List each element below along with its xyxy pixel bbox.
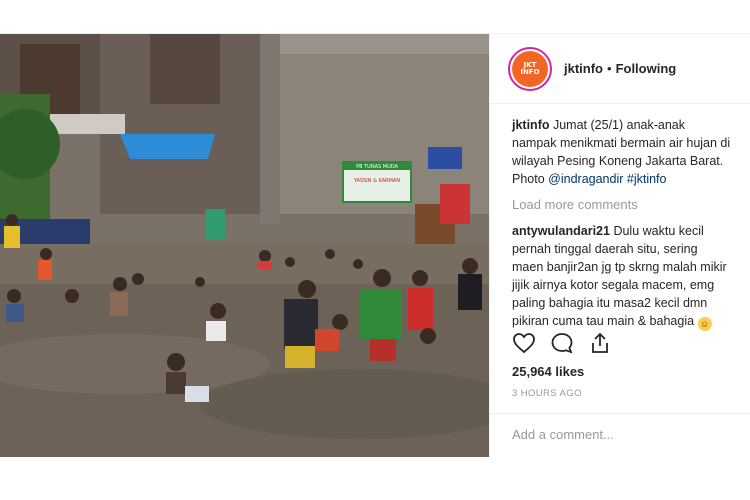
share-icon[interactable] xyxy=(588,331,612,355)
likes-count[interactable]: 25,964 likes xyxy=(512,364,584,379)
comment-item: antywulandari21 Dulu waktu kecil pernah … xyxy=(512,222,732,331)
load-more-comments-button[interactable]: Load more comments xyxy=(512,196,732,214)
caption-hashtag-link[interactable]: #jktinfo xyxy=(627,172,667,186)
comment-username[interactable]: antywulandari21 xyxy=(512,224,610,238)
post-photo[interactable]: PB TUNAS MUDA YASSIN & KARMAN xyxy=(0,34,489,457)
caption: jktinfo Jumat (25/1) anak-anak nampak me… xyxy=(512,116,732,188)
post-side-panel: JKT INFO jktinfo • Following jktinfo Jum… xyxy=(489,34,750,457)
avatar-text-2: INFO xyxy=(520,67,540,76)
add-comment-input[interactable]: Add a comment... xyxy=(490,413,750,457)
banner-text-2: YASSIN & KARMAN xyxy=(353,178,401,184)
banner-text-1: PB TUNAS MUDA xyxy=(356,164,398,170)
caption-mention-link[interactable]: @indragandir xyxy=(548,172,623,186)
heart-icon[interactable] xyxy=(512,331,536,355)
speech-bubble-icon[interactable] xyxy=(550,331,574,355)
header-username[interactable]: jktinfo xyxy=(564,61,603,76)
flood-scene-image: PB TUNAS MUDA YASSIN & KARMAN xyxy=(0,34,489,457)
following-button[interactable]: Following xyxy=(616,61,677,76)
avatar[interactable]: JKT INFO xyxy=(508,46,552,91)
caption-username[interactable]: jktinfo xyxy=(512,118,550,132)
smiling-face-emoji-icon: ☺ xyxy=(697,317,712,331)
post-header: JKT INFO jktinfo • Following xyxy=(490,34,750,104)
comment-text: Dulu waktu kecil pernah tinggal daerah s… xyxy=(512,224,727,328)
comments-section: jktinfo Jumat (25/1) anak-anak nampak me… xyxy=(490,104,750,331)
post-container: PB TUNAS MUDA YASSIN & KARMAN JKT INFO j… xyxy=(0,33,750,457)
jktinfo-logo-icon: JKT INFO xyxy=(512,50,548,87)
action-bar xyxy=(512,331,612,355)
header-separator: • xyxy=(607,61,612,76)
post-timestamp: 3 HOURS AGO xyxy=(512,388,582,399)
